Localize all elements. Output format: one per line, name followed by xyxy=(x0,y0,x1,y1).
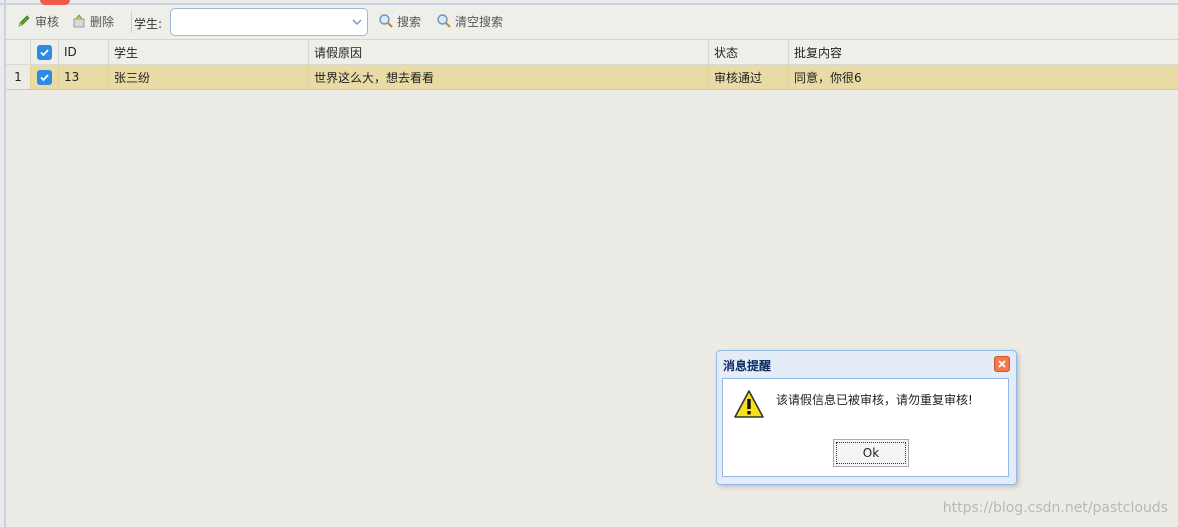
column-header-status[interactable]: 状态 xyxy=(709,40,789,64)
cell-id: 13 xyxy=(59,65,109,89)
ok-label: Ok xyxy=(862,446,880,460)
select-all-cell xyxy=(31,40,59,64)
cell-reason: 世界这么大，想去看看 xyxy=(309,65,709,89)
delete-label: 删除 xyxy=(90,14,115,29)
dialog-message: 该请假信息已被审核，请勿重复审核! xyxy=(776,393,973,407)
cell-status: 审核通过 xyxy=(709,65,789,89)
cell-student: 张三纷 xyxy=(109,65,309,89)
ok-button[interactable]: Ok xyxy=(833,439,909,467)
column-header-reply[interactable]: 批复内容 xyxy=(789,40,1178,64)
search-button[interactable]: 搜索 xyxy=(378,9,421,33)
check-icon xyxy=(40,73,49,81)
pencil-icon xyxy=(18,15,30,27)
column-header-student[interactable]: 学生 xyxy=(109,40,309,64)
column-header-id[interactable]: ID xyxy=(59,40,109,64)
watermark: https://blog.csdn.net/pastclouds xyxy=(942,500,1168,516)
delete-icon xyxy=(73,14,85,28)
clear-search-label: 清空搜索 xyxy=(455,14,504,29)
row-checkbox-cell xyxy=(31,65,59,89)
audit-label: 审核 xyxy=(35,14,60,29)
rownum-header xyxy=(6,40,31,64)
chevron-down-icon[interactable] xyxy=(351,17,363,27)
check-icon xyxy=(40,48,49,56)
student-select[interactable] xyxy=(170,8,368,36)
cell-reply: 同意，你很6 xyxy=(794,70,862,85)
column-header-reason[interactable]: 请假原因 xyxy=(309,40,709,64)
delete-button[interactable]: 删除 xyxy=(71,9,114,33)
clear-search-button[interactable]: 清空搜索 xyxy=(436,9,503,33)
warning-icon xyxy=(734,390,764,418)
student-label: 学生: xyxy=(134,17,163,31)
row-checkbox[interactable] xyxy=(37,69,52,85)
table-row[interactable]: 1 13 张三纷 世界这么大，想去看看 审核通过 同意，你很6 xyxy=(6,65,1178,90)
search-icon xyxy=(437,14,451,28)
toolbar-separator xyxy=(131,11,132,33)
dialog-body: 该请假信息已被审核，请勿重复审核! Ok xyxy=(722,378,1009,477)
row-number: 1 xyxy=(6,65,31,89)
search-icon xyxy=(379,14,393,28)
message-dialog: 消息提醒 该请假信息已被审核，请勿重复审核! Ok xyxy=(716,350,1017,485)
audit-button[interactable]: 审核 xyxy=(16,9,59,33)
grid-header: ID 学生 请假原因 状态 批复内容 xyxy=(6,40,1178,65)
select-all-checkbox[interactable] xyxy=(37,44,52,60)
close-icon xyxy=(998,360,1006,368)
close-button[interactable] xyxy=(994,356,1010,372)
toolbar: 审核 删除 学生: 搜索 清空搜索 xyxy=(6,5,1178,40)
search-label: 搜索 xyxy=(397,14,422,29)
dialog-title: 消息提醒 xyxy=(723,359,772,373)
